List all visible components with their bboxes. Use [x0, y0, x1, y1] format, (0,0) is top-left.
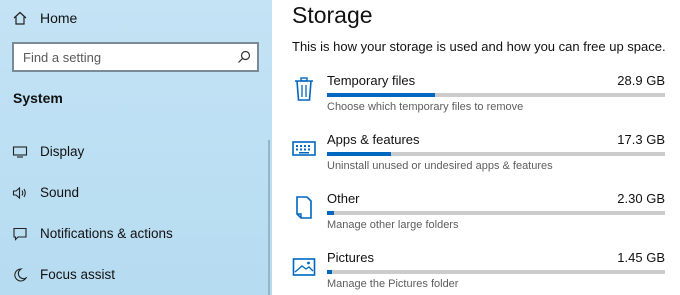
- page-description: This is how your storage is used and how…: [292, 39, 666, 54]
- settings-sidebar: Home Find a setting System Display Sound…: [0, 0, 272, 295]
- category-size: 2.30 GB: [617, 191, 665, 206]
- speaker-icon: [12, 186, 26, 200]
- sidebar-item-focus-assist[interactable]: Focus assist: [0, 259, 272, 289]
- usage-bar-fill: [327, 211, 334, 215]
- usage-bar-fill: [327, 152, 392, 156]
- keyboard-icon: [292, 141, 316, 156]
- storage-category-other[interactable]: Other 2.30 GB Manage other large folders: [290, 190, 675, 240]
- usage-bar: [327, 152, 665, 156]
- sidebar-item-label: Sound: [40, 185, 80, 200]
- usage-bar-fill: [327, 270, 333, 274]
- sidebar-item-label: Display: [40, 144, 85, 159]
- category-size: 28.9 GB: [617, 73, 665, 88]
- sidebar-item-sound[interactable]: Sound: [0, 177, 272, 207]
- usage-bar-fill: [327, 93, 436, 97]
- usage-bar: [327, 270, 665, 274]
- category-name: Temporary files: [327, 73, 416, 88]
- home-label: Home: [40, 10, 78, 26]
- document-icon: [296, 196, 312, 219]
- section-title: System: [13, 90, 63, 106]
- category-subtitle: Manage the Pictures folder: [327, 278, 459, 290]
- category-subtitle: Manage other large folders: [327, 219, 459, 231]
- category-subtitle: Choose which temporary files to remove: [327, 101, 524, 113]
- category-name: Apps & features: [327, 132, 420, 147]
- sidebar-scrollbar[interactable]: [268, 140, 270, 295]
- usage-bar: [327, 211, 665, 215]
- moon-icon: [14, 268, 28, 282]
- sidebar-item-label: Focus assist: [40, 267, 116, 282]
- storage-category-temporary-files[interactable]: Temporary files 28.9 GB Choose which tem…: [290, 72, 675, 122]
- category-name: Other: [327, 191, 360, 206]
- home-icon: [13, 11, 27, 25]
- storage-category-apps-features[interactable]: Apps & features 17.3 GB Uninstall unused…: [290, 131, 675, 181]
- page-title: Storage: [292, 2, 373, 28]
- notifications-icon: [13, 227, 27, 241]
- search-icon[interactable]: [237, 50, 251, 64]
- storage-category-pictures[interactable]: Pictures 1.45 GB Manage the Pictures fol…: [290, 249, 675, 295]
- sidebar-item-notifications[interactable]: Notifications & actions: [0, 218, 272, 248]
- trash-icon: [295, 77, 313, 101]
- search-input[interactable]: Find a setting: [12, 42, 259, 72]
- nav-home[interactable]: Home: [0, 4, 272, 32]
- sidebar-item-display[interactable]: Display: [0, 136, 272, 166]
- category-subtitle: Uninstall unused or undesired apps & fea…: [327, 160, 553, 172]
- category-name: Pictures: [327, 250, 374, 265]
- sidebar-item-label: Notifications & actions: [40, 226, 173, 241]
- monitor-icon: [12, 146, 28, 158]
- usage-bar: [327, 93, 665, 97]
- category-size: 17.3 GB: [617, 132, 665, 147]
- category-size: 1.45 GB: [617, 250, 665, 265]
- search-placeholder: Find a setting: [23, 50, 102, 65]
- picture-icon: [292, 258, 316, 276]
